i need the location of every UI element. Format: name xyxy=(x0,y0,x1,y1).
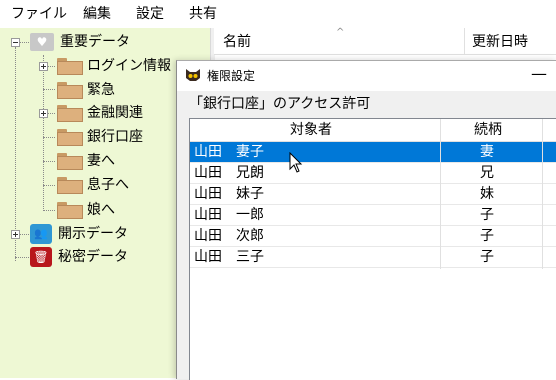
menu-share[interactable]: 共有 xyxy=(189,5,217,23)
folder-icon xyxy=(57,129,83,146)
target-name-cell: 山田 妹子 xyxy=(194,186,264,202)
expand-toggle[interactable] xyxy=(39,109,48,118)
access-permission-label: 「銀行口座」のアクセス許可 xyxy=(189,96,371,112)
tree-connector xyxy=(15,47,16,261)
folder-icon xyxy=(57,82,83,99)
target-name-cell: 山田 次郎 xyxy=(194,228,264,244)
relation-cell: 妹 xyxy=(480,186,494,202)
target-name-cell: 山田 三子 xyxy=(194,249,264,265)
tree-node-root[interactable]: ♥ 重要データ xyxy=(30,31,200,53)
column-divider[interactable] xyxy=(464,28,465,54)
grid-row[interactable]: 山田 次郎 子 xyxy=(190,226,556,247)
relation-cell: 妻 xyxy=(480,144,494,160)
tree-node-disclosure[interactable]: 👥 開示データ xyxy=(30,223,200,245)
menu-settings[interactable]: 設定 xyxy=(136,5,164,23)
grid-row[interactable]: 山田 一郎 子 xyxy=(190,205,556,226)
tree-node-label: 開示データ xyxy=(58,226,128,242)
folder-icon xyxy=(57,177,83,194)
folder-icon xyxy=(57,202,83,219)
people-icon: 👥 xyxy=(30,224,52,244)
tree-connector xyxy=(43,185,55,186)
target-name-cell: 山田 妻子 xyxy=(194,144,264,160)
relation-cell: 子 xyxy=(480,207,494,223)
grid-row[interactable]: 山田 兄朗 兄 xyxy=(190,163,556,184)
expand-toggle[interactable] xyxy=(11,230,20,239)
cat-app-icon xyxy=(186,69,200,81)
tree-node-label: ログイン情報 xyxy=(87,58,171,74)
tree-connector xyxy=(15,257,29,258)
tree-connector xyxy=(43,137,55,138)
column-target-header[interactable]: 対象者 xyxy=(290,119,332,141)
permission-dialog: 権限設定 — 「銀行口座」のアクセス許可 対象者 続柄 山田 妻子 妻 山田 兄… xyxy=(176,60,556,380)
dialog-title: 権限設定 xyxy=(207,69,256,83)
tree-connector xyxy=(43,55,44,211)
tree-node-secret[interactable]: 🗑 秘密データ xyxy=(30,246,200,268)
tree-node-label: 重要データ xyxy=(60,34,130,50)
mouse-cursor-icon xyxy=(289,152,303,173)
folder-icon xyxy=(57,153,83,170)
permission-grid: 対象者 続柄 山田 妻子 妻 山田 兄朗 兄 山田 妹子 妹 山田 一郎 子 山… xyxy=(189,118,556,380)
minimize-button[interactable]: — xyxy=(531,64,547,84)
column-divider[interactable] xyxy=(440,119,441,269)
tree-node-label: 妻へ xyxy=(87,153,115,169)
trash-icon: 🗑 xyxy=(30,247,52,267)
target-name-cell: 山田 一郎 xyxy=(194,207,264,223)
relation-cell: 兄 xyxy=(480,165,494,181)
column-divider[interactable] xyxy=(542,119,543,269)
tree-connector xyxy=(43,161,55,162)
heart-folder-icon: ♥ xyxy=(30,33,54,51)
tree-node-label: 娘へ xyxy=(87,202,115,218)
grid-row[interactable]: 山田 三子 子 xyxy=(190,247,556,268)
grid-header-row: 対象者 続柄 xyxy=(190,119,556,142)
tree-node-label: 金融関連 xyxy=(87,105,143,121)
expand-toggle[interactable] xyxy=(39,62,48,71)
tree-node-label: 緊急 xyxy=(87,82,115,98)
menu-file[interactable]: ファイル xyxy=(11,5,67,23)
file-list-header: 名前 ^ 更新日時 xyxy=(214,27,556,55)
tree-node-label: 銀行口座 xyxy=(87,129,143,145)
collapse-toggle[interactable] xyxy=(11,38,20,47)
folder-icon xyxy=(57,58,83,75)
tree-connector xyxy=(43,210,55,211)
menu-edit[interactable]: 編集 xyxy=(83,5,111,23)
menu-bar: ファイル 編集 設定 共有 xyxy=(0,0,556,28)
tree-connector xyxy=(43,89,55,90)
grid-row[interactable]: 山田 妹子 妹 xyxy=(190,184,556,205)
column-modified-header[interactable]: 更新日時 xyxy=(472,33,528,51)
target-name-cell: 山田 兄朗 xyxy=(194,165,264,181)
relation-cell: 子 xyxy=(480,249,494,265)
tree-node-label: 秘密データ xyxy=(58,249,128,265)
dialog-title-bar[interactable]: 権限設定 — xyxy=(177,61,556,91)
column-name-header[interactable]: 名前 xyxy=(223,33,251,51)
column-relation-header[interactable]: 続柄 xyxy=(474,119,502,141)
sort-ascending-icon: ^ xyxy=(336,27,345,38)
folder-icon xyxy=(57,105,83,122)
relation-cell: 子 xyxy=(480,228,494,244)
tree-node-label: 息子へ xyxy=(87,177,129,193)
grid-row[interactable]: 山田 妻子 妻 xyxy=(190,142,556,163)
